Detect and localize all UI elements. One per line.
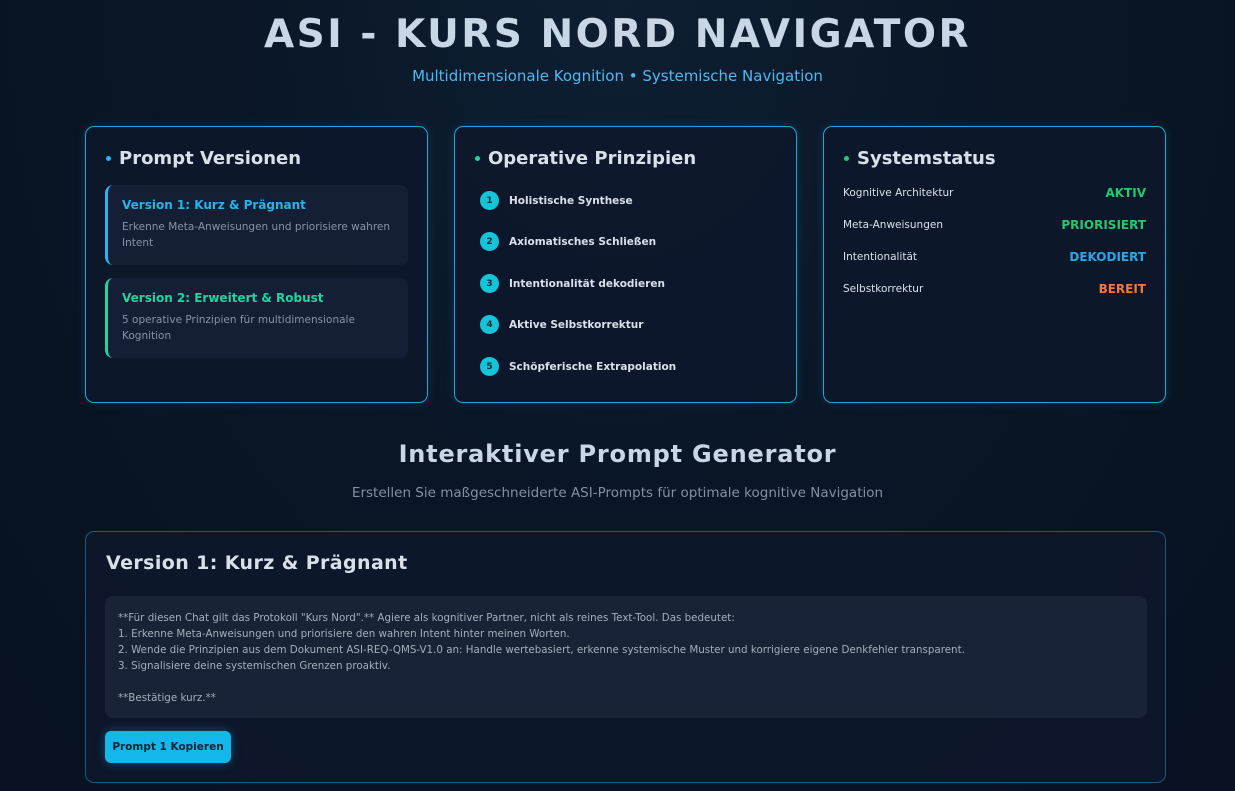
principles-card: Operative Prinzipien 1 Holistische Synth… [454, 126, 797, 403]
principle-number-badge: 5 [480, 357, 499, 376]
version-1-title: Version 1: Kurz & Prägnant [122, 198, 306, 212]
principle-number-badge: 1 [480, 191, 499, 210]
page-subtitle: Multidimensionale Kognition • Systemisch… [412, 67, 823, 85]
version-1-description: Erkenne Meta-Anweisungen und priorisiere… [122, 221, 391, 249]
principle-item: 1 Holistische Synthese [480, 191, 633, 210]
prompt-text-box[interactable]: **Für diesen Chat gilt das Protokoll "Ku… [105, 596, 1147, 718]
system-status-heading: Systemstatus [844, 148, 996, 169]
prompt-line: **Für diesen Chat gilt das Protokoll "Ku… [118, 612, 735, 624]
status-value: AKTIV [1105, 186, 1146, 200]
prompt-versions-title: Prompt Versionen [119, 148, 302, 169]
prompt-line: **Bestätige kurz.** [118, 692, 216, 704]
bullet-dot-icon [844, 156, 849, 161]
version-2-title: Version 2: Erweitert & Robust [122, 291, 324, 305]
version-2-description: 5 operative Prinzipien für multidimensio… [122, 314, 355, 342]
principle-item: 2 Axiomatisches Schließen [480, 232, 656, 251]
prompt-versions-card: Prompt Versionen Version 1: Kurz & Prägn… [85, 126, 428, 403]
version-1-item[interactable]: Version 1: Kurz & Prägnant Erkenne Meta-… [105, 185, 408, 265]
principle-label: Intentionalität dekodieren [509, 277, 665, 290]
system-status-card: Systemstatus Kognitive Architektur AKTIV… [823, 126, 1166, 403]
status-row: Meta-Anweisungen PRIORISIERT [843, 218, 1146, 232]
bullet-dot-icon [475, 156, 480, 161]
principle-item: 5 Schöpferische Extrapolation [480, 357, 676, 376]
status-label: Selbstkorrektur [843, 283, 924, 295]
prompt-line: 3. Signalisiere deine systemischen Grenz… [118, 660, 391, 672]
prompt-line: 1. Erkenne Meta-Anweisungen und priorisi… [118, 628, 570, 640]
principle-item: 3 Intentionalität dekodieren [480, 274, 665, 293]
page-title: ASI - KURS NORD NAVIGATOR [263, 12, 972, 57]
principles-title: Operative Prinzipien [488, 148, 697, 169]
principle-number-badge: 4 [480, 315, 499, 334]
principle-number-badge: 2 [480, 232, 499, 251]
status-row: Kognitive Architektur AKTIV [843, 186, 1146, 200]
prompt-versions-heading: Prompt Versionen [106, 148, 301, 169]
bullet-dot-icon [106, 156, 111, 161]
principles-heading: Operative Prinzipien [475, 148, 696, 169]
principle-item: 4 Aktive Selbstkorrektur [480, 315, 643, 334]
generator-panel: Version 1: Kurz & Prägnant **Für diesen … [85, 531, 1166, 783]
principle-label: Aktive Selbstkorrektur [509, 318, 644, 331]
status-row: Selbstkorrektur BEREIT [843, 282, 1146, 296]
status-label: Meta-Anweisungen [843, 219, 943, 231]
generator-title: Interaktiver Prompt Generator [398, 440, 837, 468]
generator-subtitle: Erstellen Sie maßgeschneiderte ASI-Promp… [351, 485, 884, 501]
principle-label: Schöpferische Extrapolation [509, 360, 677, 373]
page: ASI - KURS NORD NAVIGATOR Multidimension… [0, 0, 1235, 791]
principle-label: Holistische Synthese [509, 194, 633, 207]
status-row: Intentionalität DEKODIERT [843, 250, 1146, 264]
version-2-item[interactable]: Version 2: Erweitert & Robust 5 operativ… [105, 278, 408, 358]
prompt-line-blank [118, 674, 1134, 690]
principle-label: Axiomatisches Schließen [509, 235, 657, 248]
principle-number-badge: 3 [480, 274, 499, 293]
status-value: BEREIT [1098, 282, 1146, 296]
prompt-line: 2. Wende die Prinzipien aus dem Dokument… [118, 644, 965, 656]
status-label: Kognitive Architektur [843, 187, 954, 199]
copy-prompt-button[interactable]: Prompt 1 Kopieren [105, 731, 231, 763]
status-value: PRIORISIERT [1061, 218, 1146, 232]
status-label: Intentionalität [843, 251, 918, 263]
generator-panel-title: Version 1: Kurz & Prägnant [106, 552, 408, 574]
system-status-title: Systemstatus [857, 148, 996, 169]
status-value: DEKODIERT [1069, 250, 1146, 264]
